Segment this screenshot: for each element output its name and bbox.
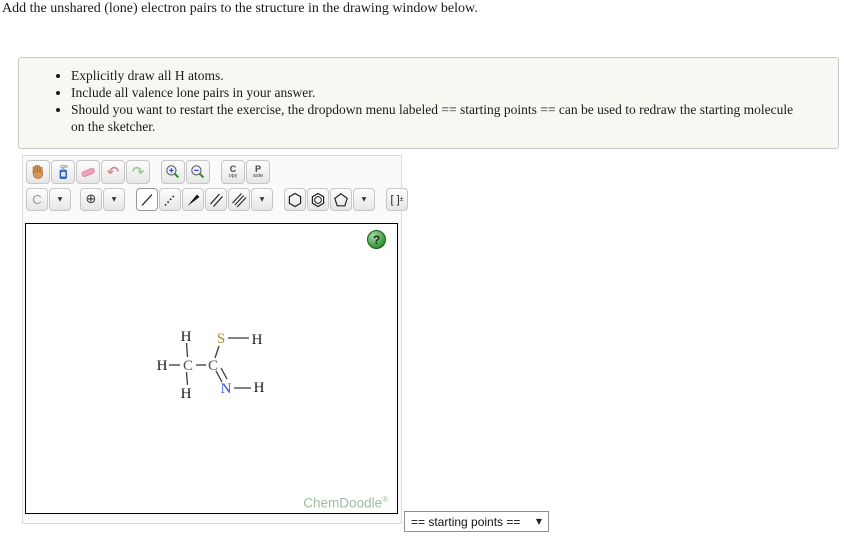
element-label: C [32,192,42,207]
benzene-ring-icon [310,192,326,208]
paste-button[interactable]: P aste [246,160,270,184]
drawing-canvas[interactable]: HHHCCSHNH ? ChemDoodle® [25,223,398,514]
charge-button[interactable]: ⊕ [80,188,102,211]
element-label-button[interactable]: C [26,188,48,211]
bracket-charge-button[interactable]: [ ] ± [386,188,408,211]
redo-button[interactable]: ↷ [126,160,150,184]
single-bond-icon [139,192,155,208]
dashed-bond-button[interactable] [159,188,181,211]
help-button[interactable]: ? [367,230,386,249]
svg-text:H: H [254,380,265,396]
undo-arrow-icon: ↶ [106,162,120,181]
chevron-down-icon: ▼ [57,196,63,203]
svg-text:H: H [181,386,192,402]
chevron-down-icon: ▼ [361,196,367,203]
copy-label: C opy [228,163,238,179]
svg-text:H: H [252,332,263,348]
zoom-in-button[interactable] [161,160,185,184]
copy-button[interactable]: C opy [221,160,245,184]
spray-bottle-icon [55,164,71,180]
ring-dropdown-button[interactable]: ▼ [353,188,375,211]
zoom-in-icon [165,164,181,180]
triple-bond-icon [231,192,247,208]
zoom-out-icon [190,164,206,180]
bond-dropdown-button[interactable]: ▼ [251,188,273,211]
question-mark-icon: ? [372,232,381,247]
double-bond-button[interactable] [205,188,227,211]
wedge-bond-button[interactable] [182,188,204,211]
svg-text:S: S [217,331,225,347]
svg-text:H: H [157,358,168,374]
erase-button[interactable] [76,160,100,184]
instruction-box: Explicitly draw all H atoms. Include all… [18,57,839,149]
hexagon-ring-button[interactable] [284,188,306,211]
instruction-item: Explicitly draw all H atoms. [71,67,808,84]
instruction-item: Should you want to restart the exercise,… [71,101,808,135]
toolbar-row-1: ↶ ↷ C opy P aste [26,160,270,184]
chevron-down-icon: ▼ [259,196,265,203]
dashed-bond-icon [162,192,178,208]
zoom-out-button[interactable] [186,160,210,184]
hand-icon [30,164,46,180]
sketcher-widget: ↶ ↷ C opy P aste C ▼ ⊕ ▼ ▼ ▼ [] ± H H H… [22,155,408,524]
double-bond-icon [208,192,224,208]
benzene-ring-button[interactable] [307,188,329,211]
svg-text:N: N [221,381,232,397]
hexagon-ring-icon [287,192,303,208]
pentagon-ring-icon [333,192,349,208]
element-dropdown-button[interactable]: ▼ [49,188,71,211]
chevron-down-icon: ▼ [111,196,117,203]
triple-bond-button[interactable] [228,188,250,211]
starting-points-value: == starting points == [411,514,521,529]
instruction-list: Explicitly draw all H atoms. Include all… [71,67,808,135]
clear-button[interactable] [51,160,75,184]
charge-plus-icon: ⊕ [85,192,97,207]
charge-dropdown-button[interactable]: ▼ [103,188,125,211]
bracket-charge-icon: [ ] ± [390,193,404,206]
registered-mark: ® [382,494,388,504]
wedge-bond-icon [185,192,201,208]
select-arrow-icon: ▼ [535,517,542,526]
chemdoodle-brand: ChemDoodle® [303,494,388,511]
eraser-icon [80,164,96,180]
page-title: Add the unshared (lone) electron pairs t… [2,1,478,16]
pan-button[interactable] [26,160,50,184]
starting-points-select[interactable]: == starting points == ▼ [404,511,549,532]
paste-label: P aste [252,163,264,179]
molecule-svg: HHHC CS HN H [157,329,265,402]
svg-text:C: C [208,358,218,374]
undo-button[interactable]: ↶ [101,160,125,184]
svg-text:C: C [183,358,193,374]
toolbar-row-2: C ▼ ⊕ ▼ ▼ ▼ [] ± [26,188,408,211]
svg-text:H: H [181,329,192,345]
instruction-item: Include all valence lone pairs in your a… [71,84,808,101]
pentagon-ring-button[interactable] [330,188,352,211]
redo-arrow-icon: ↷ [131,162,145,181]
single-bond-button[interactable] [136,188,158,211]
